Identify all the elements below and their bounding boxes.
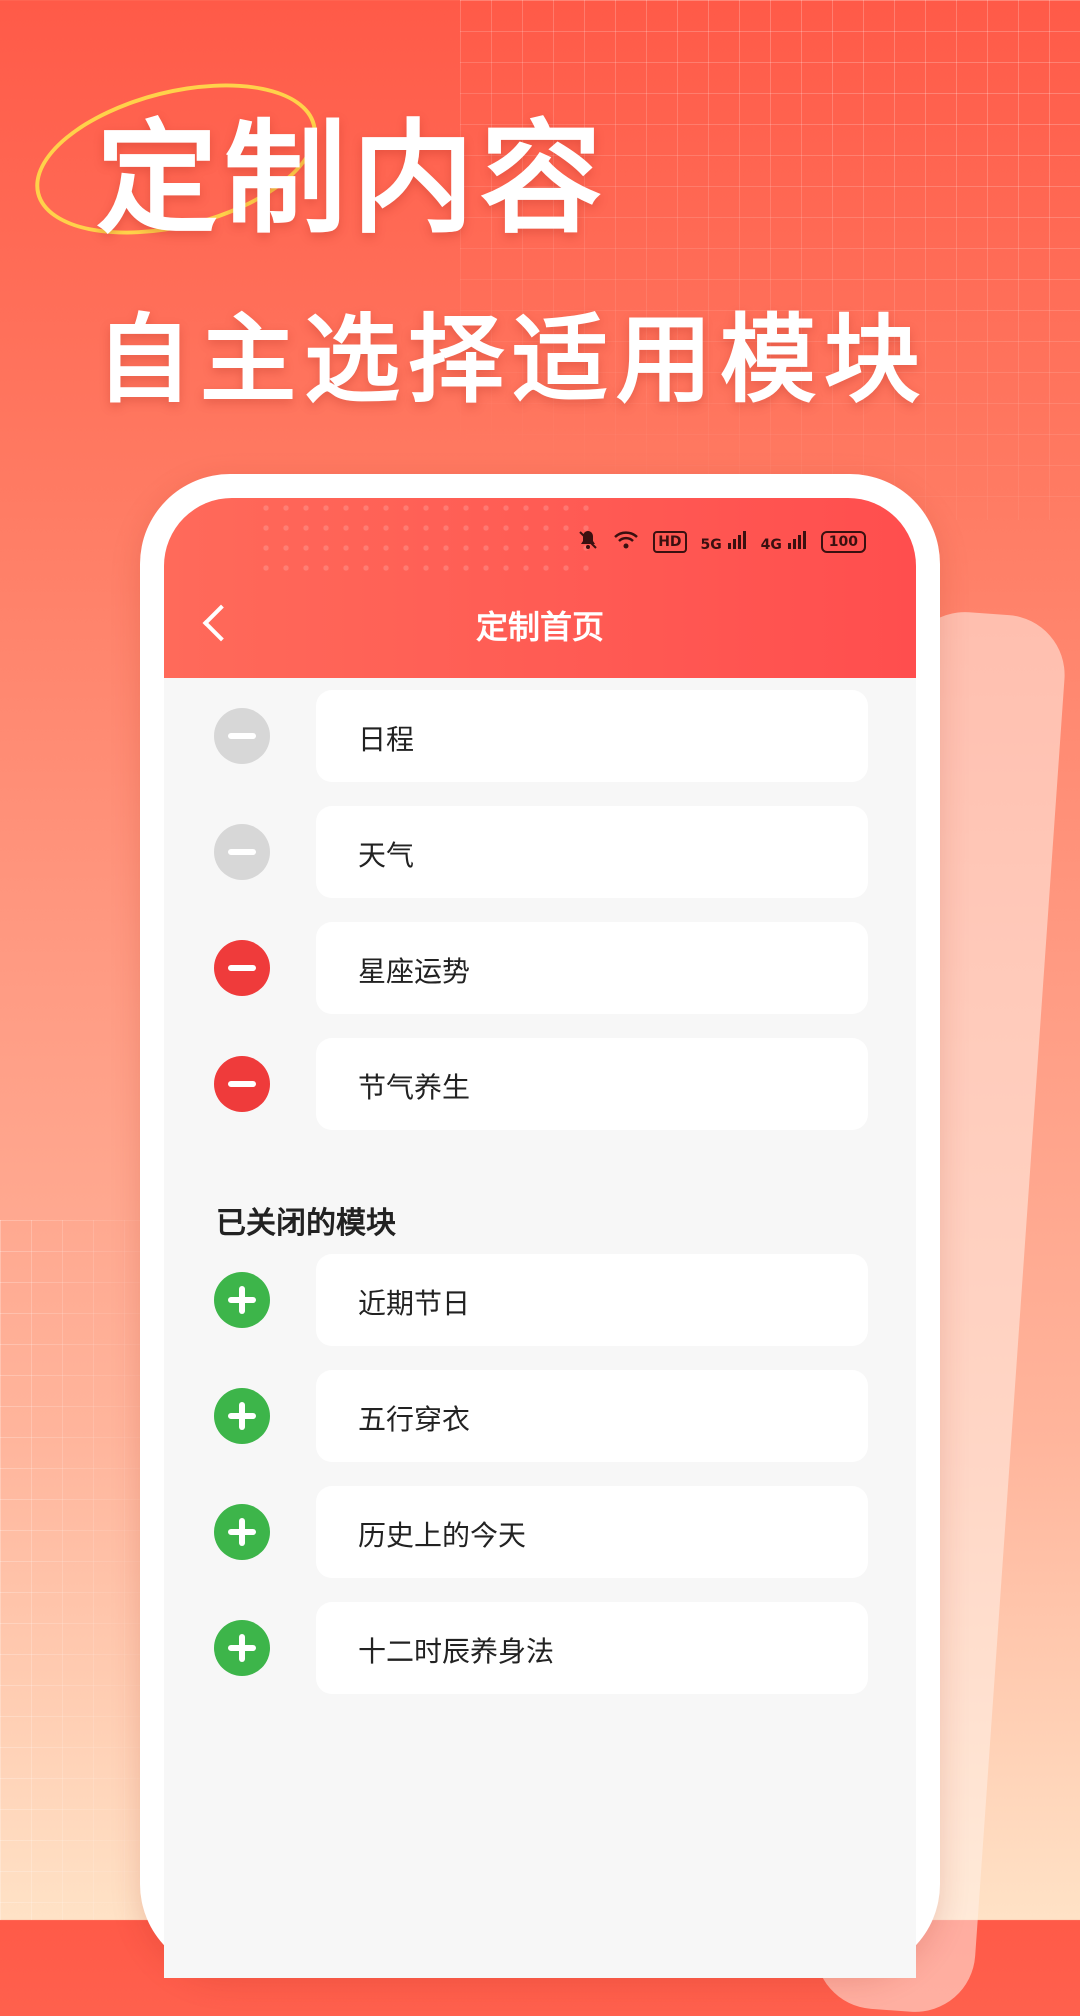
promo-headline: 定制内容 [96,108,608,250]
module-card[interactable]: 五行穿衣 [316,1370,868,1462]
add-button[interactable] [214,1504,270,1560]
header-pattern [256,498,596,582]
module-card[interactable]: 十二时辰养身法 [316,1602,868,1694]
signal-5g-label: 5G [700,537,722,553]
module-label: 日程 [358,723,415,756]
remove-button[interactable] [214,1056,270,1112]
list-item: 近期节日 [164,1254,916,1346]
hd-badge: HD [653,531,687,553]
module-label: 星座运势 [358,955,471,988]
status-bar: HD 5G 4G 100 [577,526,866,558]
mute-icon [577,529,599,555]
module-card[interactable]: 星座运势 [316,922,868,1014]
add-button[interactable] [214,1388,270,1444]
list-item: 星座运势 [164,922,916,1014]
plus-icon-stroke [239,1402,245,1430]
module-label: 节气养生 [358,1071,471,1104]
page-title: 定制首页 [475,608,604,646]
signal-bars-icon [787,531,806,549]
module-card[interactable]: 历史上的今天 [316,1486,868,1578]
signal-bars-icon [727,531,746,549]
app-header: HD 5G 4G 100 定制首页 [164,498,916,678]
signal-4g: 4G [761,531,807,553]
remove-button-disabled [214,708,270,764]
module-card[interactable]: 节气养生 [316,1038,868,1130]
minus-icon [228,965,256,971]
list-item: 五行穿衣 [164,1370,916,1462]
module-label: 近期节日 [358,1287,471,1320]
list-item: 日程 [164,690,916,782]
module-card[interactable]: 天气 [316,806,868,898]
minus-icon [228,849,256,855]
remove-button[interactable] [214,940,270,996]
promo-subheadline: 自主选择适用模块 [96,304,928,416]
plus-icon-stroke [239,1634,245,1662]
signal-5g: 5G [701,531,747,553]
module-label: 天气 [358,839,415,872]
module-card[interactable]: 日程 [316,690,868,782]
add-button[interactable] [214,1272,270,1328]
battery-indicator: 100 [820,531,866,553]
list-item: 十二时辰养身法 [164,1602,916,1694]
phone-frame: HD 5G 4G 100 定制首页 日程 天气 星座运势 节气养生 已关闭的模块… [140,474,940,1978]
phone-screen: HD 5G 4G 100 定制首页 日程 天气 星座运势 节气养生 已关闭的模块… [164,498,916,1978]
module-label: 十二时辰养身法 [358,1635,555,1668]
plus-icon-stroke [239,1518,245,1546]
module-card[interactable]: 近期节日 [316,1254,868,1346]
list-item: 天气 [164,806,916,898]
minus-icon [228,1081,256,1087]
list-item: 历史上的今天 [164,1486,916,1578]
wifi-icon [613,529,639,555]
add-button[interactable] [214,1620,270,1676]
background-grid [460,0,1080,520]
module-label: 历史上的今天 [358,1519,527,1552]
minus-icon [228,733,256,739]
module-label: 五行穿衣 [358,1403,471,1436]
closed-modules-heading: 已关闭的模块 [216,1206,396,1241]
signal-4g-label: 4G [760,537,782,553]
list-item: 节气养生 [164,1038,916,1130]
plus-icon-stroke [239,1286,245,1314]
remove-button-disabled [214,824,270,880]
